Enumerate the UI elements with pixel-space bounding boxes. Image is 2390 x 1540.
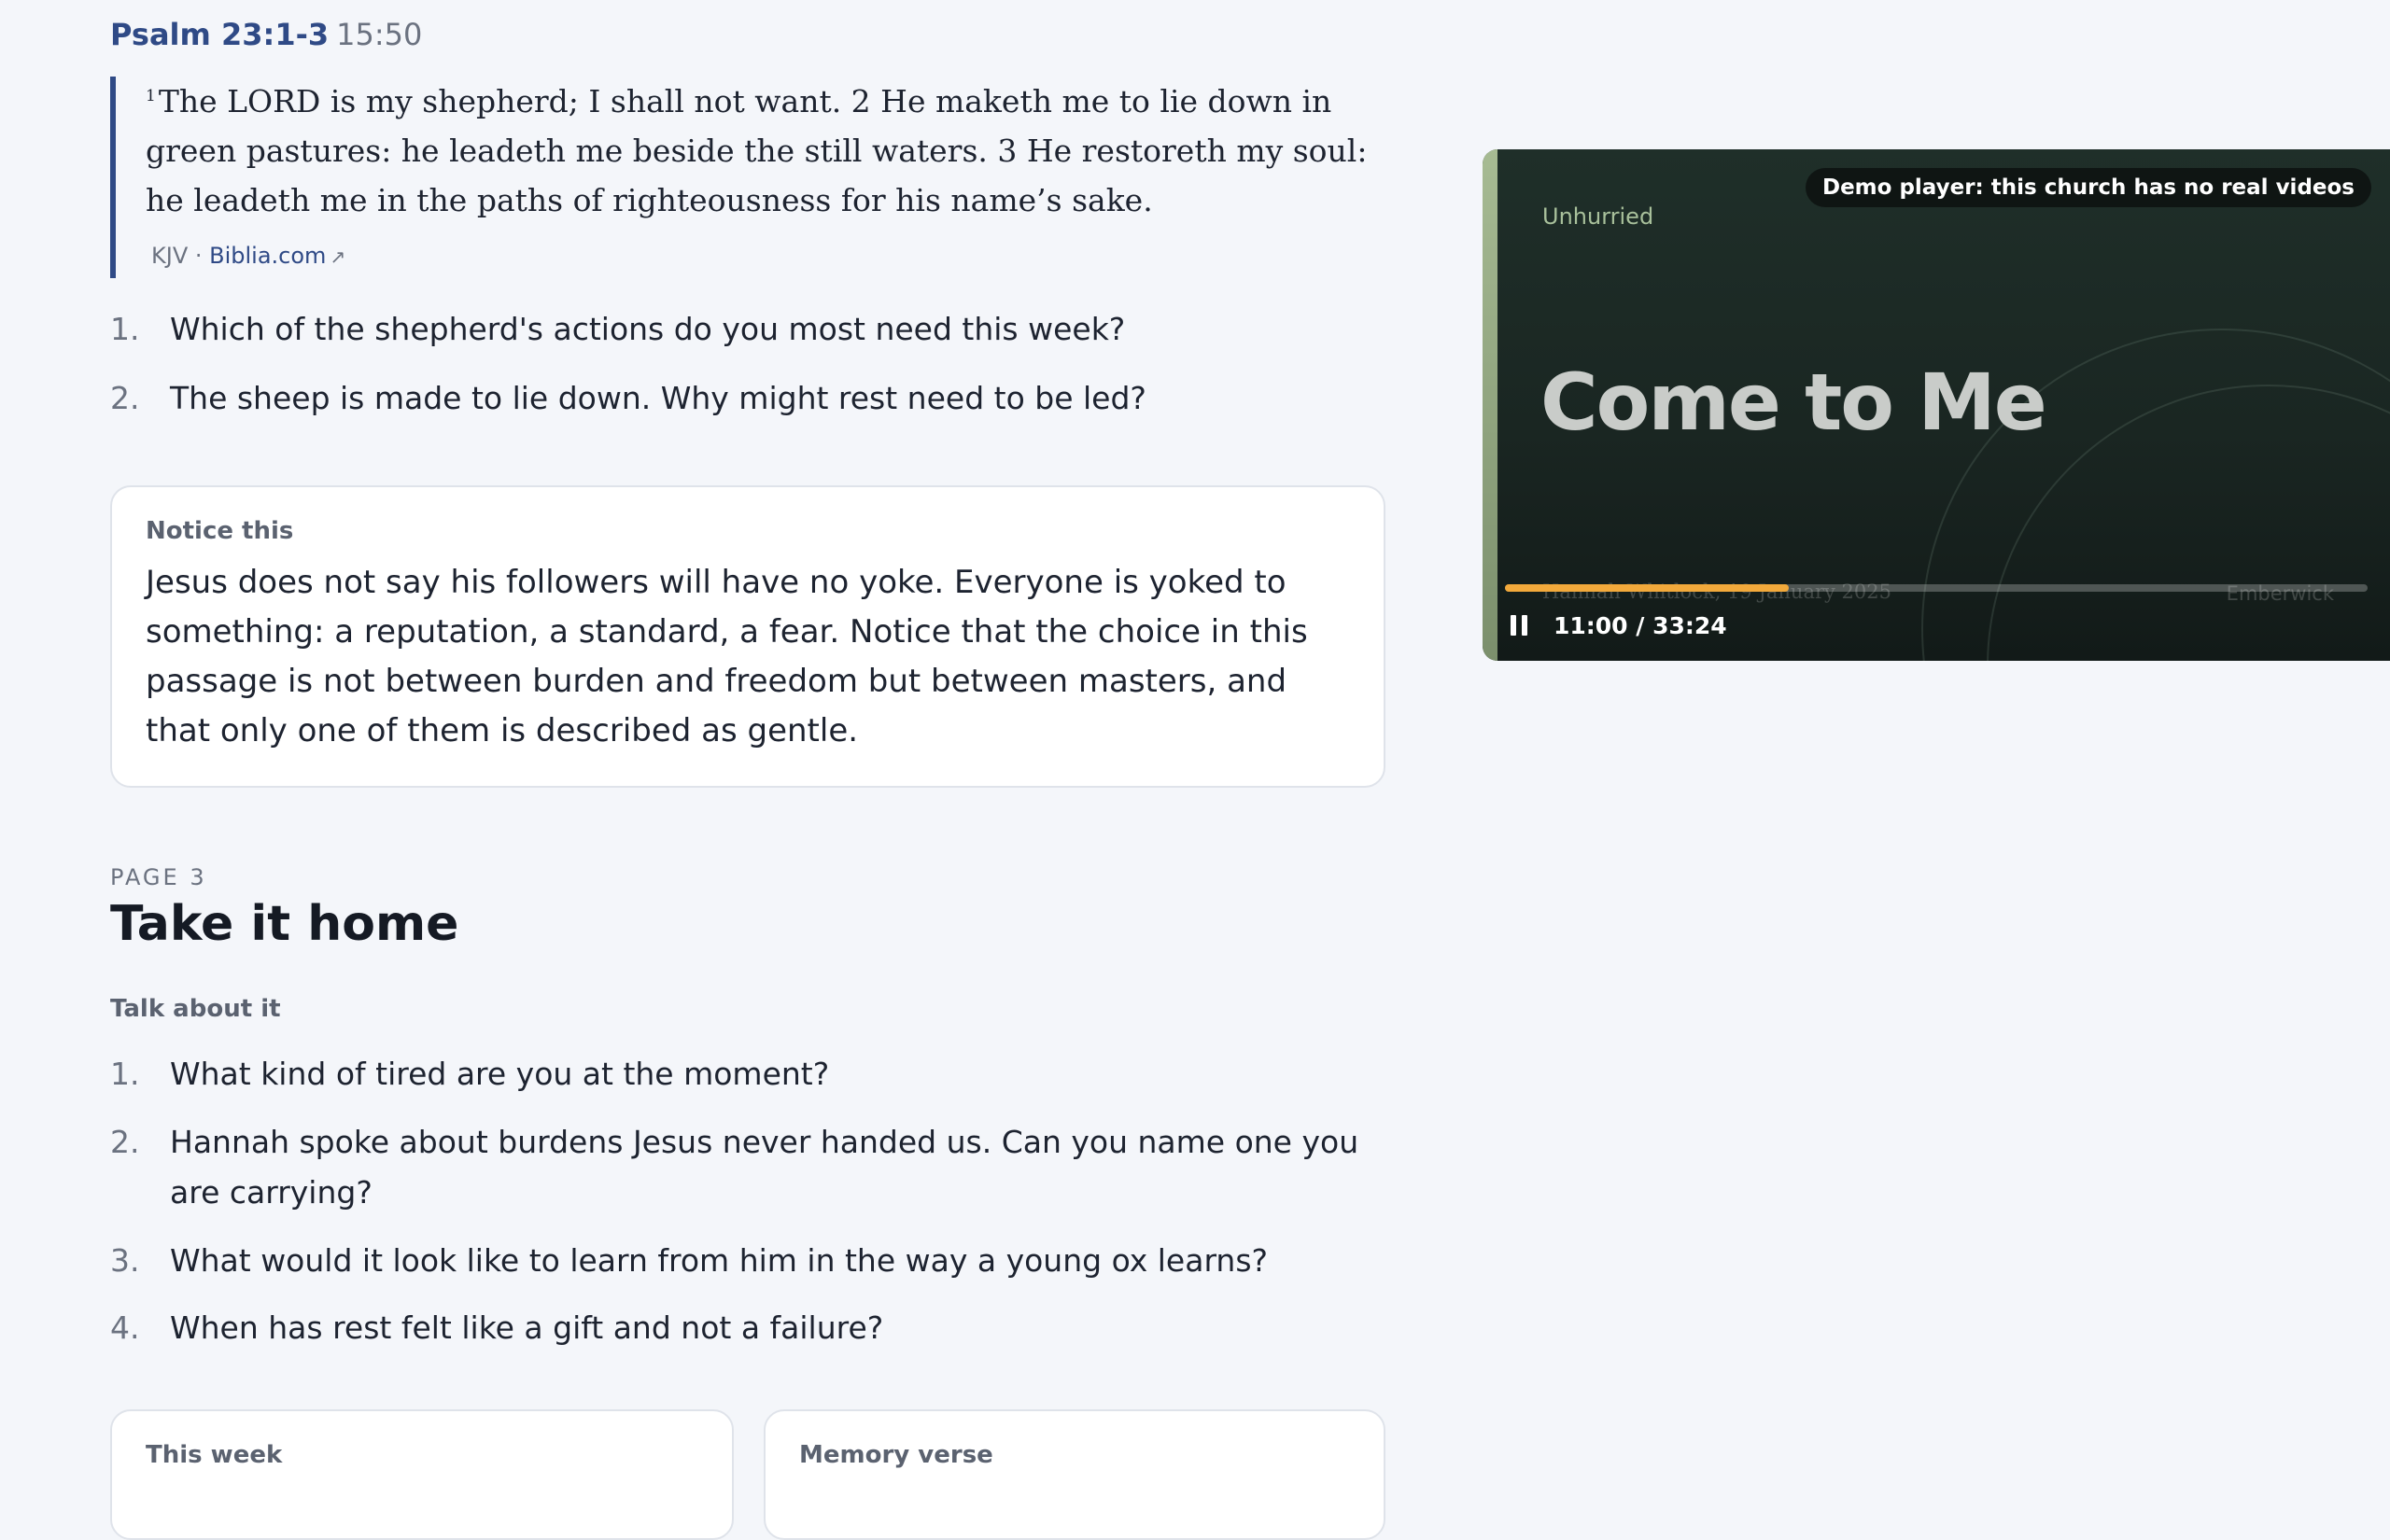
this-week-label: This week [146,1441,283,1469]
question-number: 2. [110,1124,140,1160]
list-item: 1. What kind of tired are you at the mome… [110,1049,1385,1099]
question-number: 3. [110,1242,140,1279]
video-title: Come to Me [1540,357,2047,448]
question-text: When has rest felt like a gift and not a… [170,1309,884,1346]
discussion-question-list: 1. What kind of tired are you at the mome… [110,1049,1385,1353]
question-number: 2. [110,380,140,416]
notice-body: Jesus does not say his followers will ha… [146,564,1308,749]
external-link-icon: ↗ [330,245,346,268]
player-accent-bar [1483,149,1497,661]
question-text: What would it look like to learn from hi… [170,1242,1269,1279]
progress-bar[interactable] [1505,584,2368,592]
section-title: Take it home [110,896,459,952]
question-number: 1. [110,311,140,347]
question-text: The sheep is made to lie down. Why might… [170,380,1146,416]
verse-body: The LORD is my shepherd; I shall not wan… [146,83,1368,218]
progress-fill [1505,584,1789,592]
scripture-quote: 1The LORD is my shepherd; I shall not wa… [110,77,1385,278]
time-readout: 11:00 / 33:24 [1554,611,1727,639]
demo-player-badge: Demo player: this church has no real vid… [1805,168,2371,207]
question-number: 1. [110,1056,140,1092]
question-text: Hannah spoke about burdens Jesus never h… [170,1124,1359,1211]
reading-timestamp-link[interactable]: 15:50 [336,17,422,52]
page-label: PAGE 3 [110,864,207,890]
talk-about-it-label: Talk about it [110,995,281,1023]
list-item: 4. When has rest felt like a gift and not… [110,1303,1385,1353]
reading-question-list: 1. Which of the shepherd's actions do you… [110,304,1385,424]
list-item: 2. Hannah spoke about burdens Jesus never… [110,1117,1385,1218]
series-name: Unhurried [1542,203,1654,230]
verse-text: 1The LORD is my shepherd; I shall not wa… [146,77,1385,225]
this-week-card: This week [110,1409,734,1540]
question-text: What kind of tired are you at the moment… [170,1056,830,1092]
memory-verse-card: Memory verse [764,1409,1385,1540]
reading-header: Psalm 23:1-3 15:50 [110,17,422,52]
biblia-link[interactable]: Biblia.com [209,243,326,269]
question-text: Which of the shepherd's actions do you m… [170,311,1126,347]
translation-label: KJV · [151,243,203,269]
list-item: 2. The sheep is made to lie down. Why mig… [110,373,1385,424]
list-item: 3. What would it look like to learn from … [110,1236,1385,1286]
scripture-reference-link[interactable]: Psalm 23:1-3 [110,17,329,52]
scripture-attribution: KJV · Biblia.com ↗ [151,243,345,269]
notice-card: Notice this Jesus does not say his follo… [110,485,1385,788]
player-controls: 11:00 / 33:24 [1511,609,1727,642]
list-item: 1. Which of the shepherd's actions do you… [110,304,1385,355]
verse-number: 1 [146,87,156,105]
pause-icon[interactable] [1511,615,1527,636]
memory-verse-label: Memory verse [799,1441,993,1469]
notice-label: Notice this [146,517,294,545]
question-number: 4. [110,1309,140,1346]
video-player[interactable]: Demo player: this church has no real vid… [1483,149,2390,661]
